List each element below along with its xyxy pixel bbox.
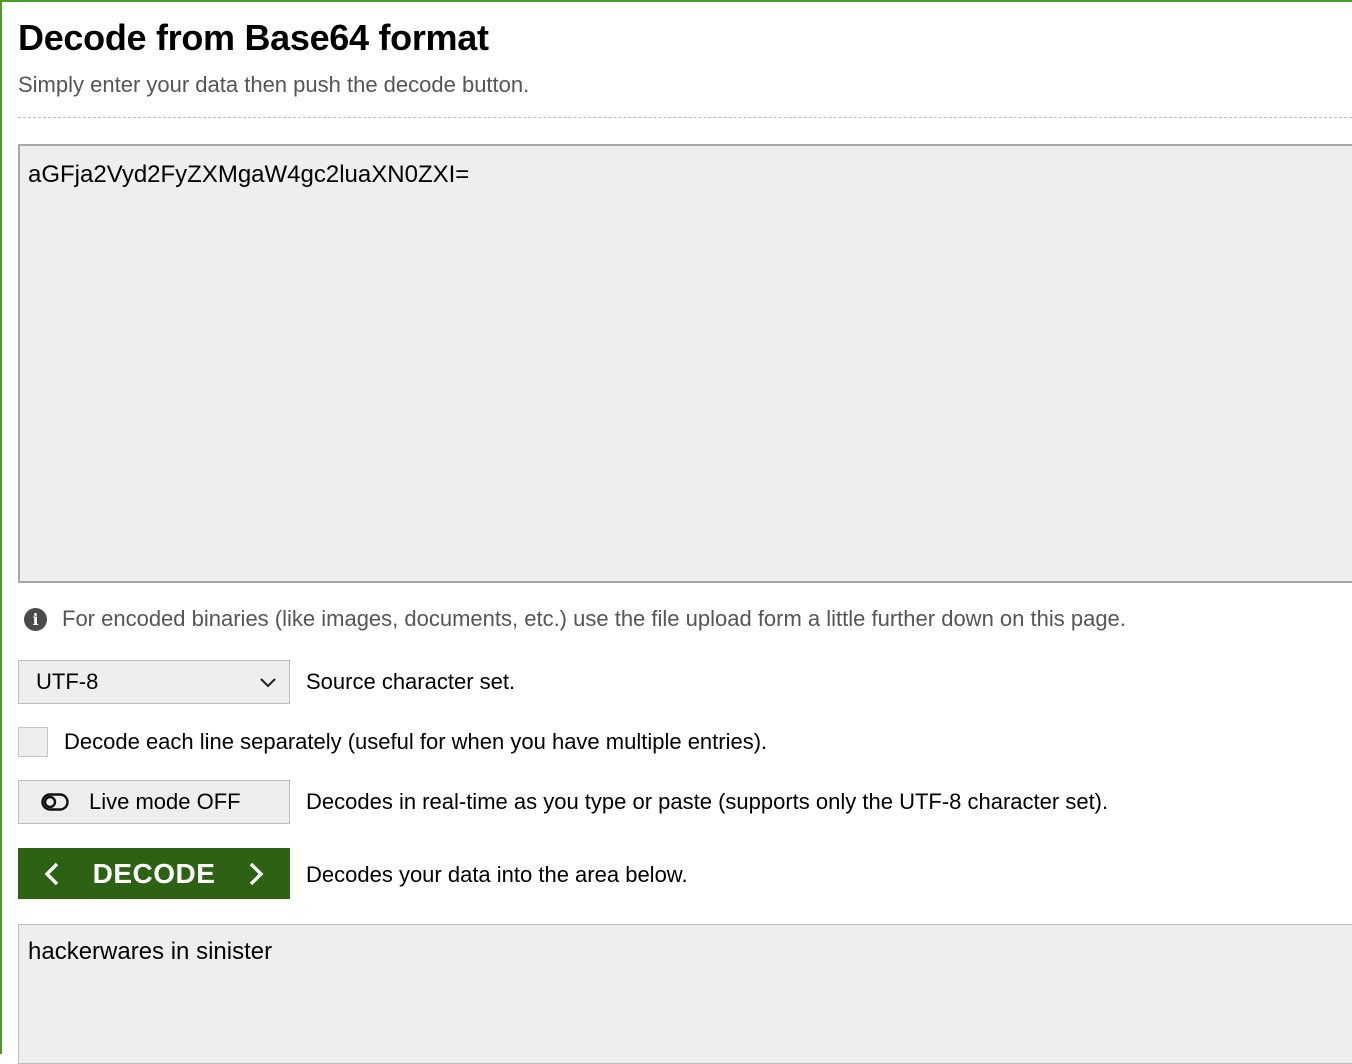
decode-lines-separately-label: Decode each line separately (useful for … — [64, 729, 768, 754]
decode-button[interactable]: DECODE — [18, 848, 290, 899]
charset-selected-value: UTF-8 — [36, 669, 99, 694]
live-mode-toggle-button[interactable]: Live mode OFF — [18, 780, 290, 824]
decode-button-label: DECODE — [92, 857, 216, 889]
chevron-left-icon — [44, 862, 59, 885]
charset-select[interactable]: UTF-8 — [18, 660, 290, 704]
charset-label: Source character set. — [306, 669, 516, 694]
decode-description: Decodes your data into the area below. — [306, 862, 688, 887]
page-subtitle: Simply enter your data then push the dec… — [18, 72, 530, 97]
chevron-down-icon — [260, 678, 276, 688]
decode-lines-separately-checkbox[interactable] — [18, 727, 48, 757]
live-mode-description: Decodes in real-time as you type or past… — [306, 789, 1109, 814]
live-mode-label: Live mode OFF — [89, 789, 241, 814]
binary-upload-hint: i For encoded binaries (like images, doc… — [24, 604, 1126, 634]
info-icon: i — [24, 607, 47, 631]
toggle-off-icon — [41, 793, 69, 811]
base64-input[interactable]: aGFja2Vyd2FyZXMgaW4gc2luaXN0ZXI= — [18, 144, 1352, 583]
page-title: Decode from Base64 format — [18, 17, 489, 58]
dashed-divider — [18, 117, 1352, 118]
decoded-output[interactable]: hackerwares in sinister — [18, 924, 1352, 1064]
binary-upload-hint-text: For encoded binaries (like images, docum… — [62, 606, 1126, 631]
chevron-right-icon — [249, 862, 264, 885]
